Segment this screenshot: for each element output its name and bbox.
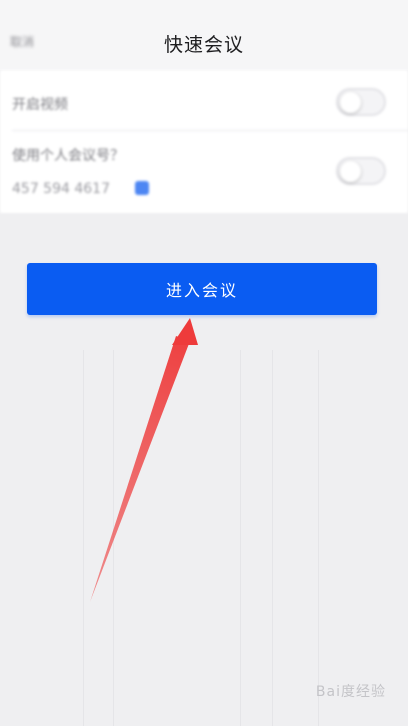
background-stripe — [240, 350, 241, 726]
personal-meeting-label: 使用个人会议号？ — [12, 148, 124, 164]
copy-icon[interactable] — [135, 181, 149, 195]
settings-card: 开启视频 使用个人会议号？ 457 594 4617 — [0, 70, 408, 213]
watermark: Bai度经验 — [315, 684, 386, 700]
nav-header: 取消 快速会议 — [0, 0, 408, 70]
divider — [12, 130, 408, 131]
background-stripe — [318, 350, 319, 726]
video-toggle[interactable] — [336, 88, 386, 116]
background-stripe — [272, 350, 273, 726]
arrow-head — [172, 318, 198, 345]
toggle-knob — [340, 92, 361, 113]
meeting-id: 457 594 4617 — [12, 181, 110, 197]
background-stripe — [83, 350, 84, 726]
toggle-knob — [340, 161, 361, 182]
video-setting-label: 开启视频 — [12, 97, 68, 113]
arrow-shaft — [90, 336, 190, 602]
join-meeting-button[interactable]: 进入会议 — [27, 263, 377, 315]
background-stripe — [113, 350, 114, 726]
personal-meeting-toggle[interactable] — [336, 157, 386, 185]
page-title: 快速会议 — [163, 34, 244, 56]
